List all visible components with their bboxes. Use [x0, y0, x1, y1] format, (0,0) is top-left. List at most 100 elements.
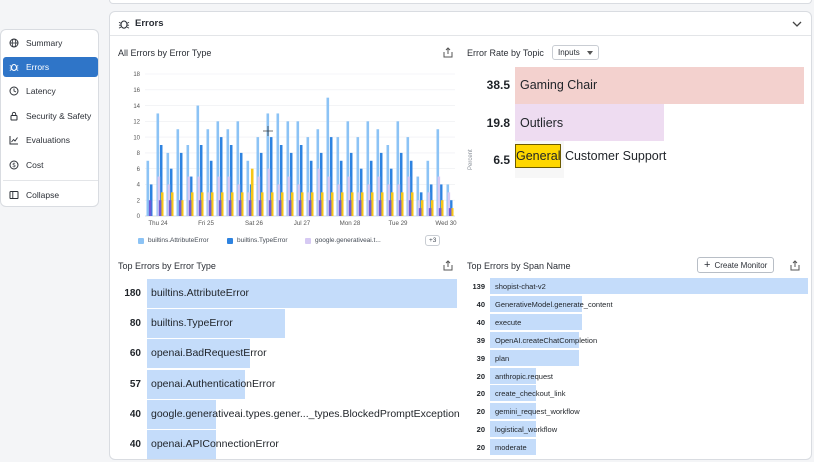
clock-icon	[9, 86, 19, 96]
sidebar: Summary Errors Latency Security & Safety…	[0, 29, 99, 207]
errors-bar-chart[interactable]: 0 2 4 6 8 10 12 14 16 18 Thu 24 Fri 25 Sat 26 Jul 27 M…	[110, 12, 460, 237]
chart-bar	[348, 200, 352, 216]
export-icon[interactable]	[443, 260, 453, 271]
chart-bar	[448, 208, 452, 216]
sidebar-item-errors[interactable]: Errors	[3, 57, 98, 77]
y-tick-label: 4	[137, 183, 141, 189]
x-tick-label: Fri 25	[198, 220, 214, 227]
sidebar-item-cost[interactable]: $ Cost	[3, 155, 98, 175]
chart-bar	[288, 200, 292, 216]
topic-label-rest: Customer Support	[561, 149, 667, 163]
x-tick-label: Thu 24	[148, 220, 168, 227]
chart-bar	[148, 200, 152, 216]
span-count: 40	[476, 317, 485, 327]
legend-label: google.generativeai.t...	[315, 237, 381, 244]
span-count: 139	[472, 282, 485, 291]
x-tick-label: Mon 28	[340, 220, 361, 227]
span-label: anthropic.request	[495, 371, 553, 381]
error-type-label: builtins.TypeError	[151, 317, 233, 330]
legend-more-button[interactable]: +3	[425, 235, 441, 246]
chevron-down-icon[interactable]	[791, 18, 803, 30]
caret-down-icon	[586, 50, 593, 55]
span-count: 39	[476, 335, 485, 345]
collapse-icon	[9, 190, 19, 200]
chart-bar	[358, 200, 362, 216]
dropdown-value: Inputs	[558, 48, 580, 57]
error-type-label: openai.BadRequestError	[151, 347, 267, 360]
chart-bar	[428, 208, 432, 216]
span-count: 20	[476, 443, 485, 453]
topic-dropdown[interactable]: Inputs	[552, 45, 599, 60]
search-highlight: General	[515, 144, 562, 168]
span-count: 20	[476, 407, 485, 417]
sidebar-item-evaluations[interactable]: Evaluations	[3, 130, 98, 150]
legend-item[interactable]: google.generativeai.t...	[305, 237, 381, 244]
chart-bar	[408, 200, 412, 216]
chart-bar	[278, 200, 282, 216]
span-count: 40	[476, 299, 485, 309]
collapse-button[interactable]: Collapse	[3, 185, 98, 205]
chart-bar	[328, 200, 332, 216]
chart-bar	[368, 200, 372, 216]
chart-bar	[258, 200, 262, 216]
y-tick-label: 18	[133, 72, 140, 78]
y-tick-label: 14	[133, 104, 140, 110]
chart-bar	[168, 200, 172, 216]
create-monitor-label: Create Monitor	[714, 260, 768, 270]
y-tick-label: 12	[133, 120, 140, 126]
chart-bar	[398, 200, 402, 216]
plus-icon: +	[704, 258, 711, 271]
sidebar-item-summary[interactable]: Summary	[3, 33, 98, 53]
span-count: 20	[476, 371, 485, 381]
sidebar-item-label: Security & Safety	[26, 111, 92, 121]
topic-value: 6.5	[493, 153, 510, 167]
sidebar-divider	[3, 180, 98, 181]
span-count: 20	[476, 425, 485, 435]
chart-bar	[146, 160, 150, 216]
legend-item[interactable]: builtins.TypeError	[227, 237, 288, 244]
create-monitor-button[interactable]: + Create Monitor	[697, 257, 775, 273]
legend-item[interactable]: builtins.AttributeError	[138, 237, 209, 244]
legend-swatch	[227, 237, 233, 244]
previous-panel-edge	[109, 0, 812, 4]
legend-swatch	[138, 237, 144, 244]
chart-bar	[218, 200, 222, 216]
error-type-count: 60	[129, 348, 141, 360]
span-label: shopist-chat-v2	[495, 282, 546, 291]
y-tick-label: 10	[133, 135, 140, 141]
y-tick-label: 8	[137, 151, 141, 157]
chart-bar	[338, 200, 342, 216]
sidebar-item-latency[interactable]: Latency	[3, 81, 98, 101]
error-type-count: 57	[129, 378, 141, 390]
chart-bar	[158, 200, 162, 216]
chart-bar	[308, 200, 312, 216]
sidebar-item-security[interactable]: Security & Safety	[3, 106, 98, 126]
sidebar-item-label: Cost	[26, 160, 44, 170]
error-type-label: builtins.AttributeError	[151, 287, 250, 299]
top-errors-type-title: Top Errors by Error Type	[118, 261, 216, 271]
export-icon[interactable]	[790, 260, 800, 271]
error-type-count: 180	[124, 288, 141, 299]
span-label: execute	[495, 317, 522, 327]
y-tick-label: 6	[137, 167, 141, 173]
span-label: moderate	[495, 443, 527, 453]
chart-bar	[248, 200, 252, 216]
topic-label: Gaming Chair	[520, 78, 598, 92]
chart-bar	[318, 200, 322, 216]
span-label: OpenAI.createChatCompletion	[495, 335, 598, 345]
chart-bar	[418, 208, 422, 216]
topic-value: 19.8	[486, 116, 510, 130]
lock-icon	[9, 111, 19, 121]
span-label: gemini_request_workflow	[495, 407, 580, 417]
x-tick-label: Sat 26	[245, 220, 263, 227]
errors-panel: Errors All Errors by Error Type 0 2 4 6 8 10 1…	[109, 11, 812, 460]
span-label: plan	[495, 353, 510, 363]
y-tick-label: 2	[137, 198, 141, 204]
chart-bar	[378, 200, 382, 216]
error-type-count: 80	[129, 318, 141, 330]
x-tick-label: Jul 27	[294, 220, 311, 227]
chart-bar	[388, 200, 392, 216]
chart-bar	[228, 200, 232, 216]
sidebar-item-label: Summary	[26, 38, 63, 48]
span-label: create_checkout_link	[495, 389, 566, 399]
